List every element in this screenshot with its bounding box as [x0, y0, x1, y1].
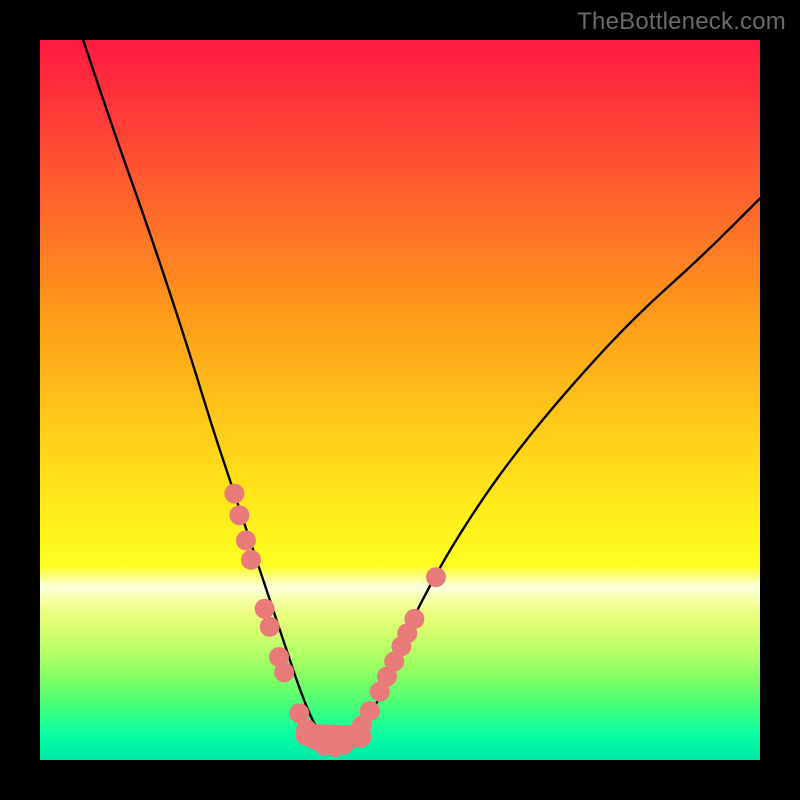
marker-dot — [404, 609, 424, 629]
watermark-text: TheBottleneck.com — [577, 8, 786, 36]
plot-area — [40, 40, 760, 760]
marker-dot — [224, 484, 244, 504]
marker-dot — [274, 662, 294, 682]
marker-dot — [255, 599, 275, 619]
marker-dot — [236, 530, 256, 550]
marker-dot — [229, 505, 249, 525]
marker-dot — [426, 567, 446, 587]
chart-frame: TheBottleneck.com — [0, 0, 800, 800]
chart-svg — [40, 40, 760, 760]
marker-dot — [360, 701, 380, 721]
marker-dot — [241, 550, 261, 570]
marker-dot — [260, 617, 280, 637]
bottleneck-curve — [83, 40, 760, 746]
